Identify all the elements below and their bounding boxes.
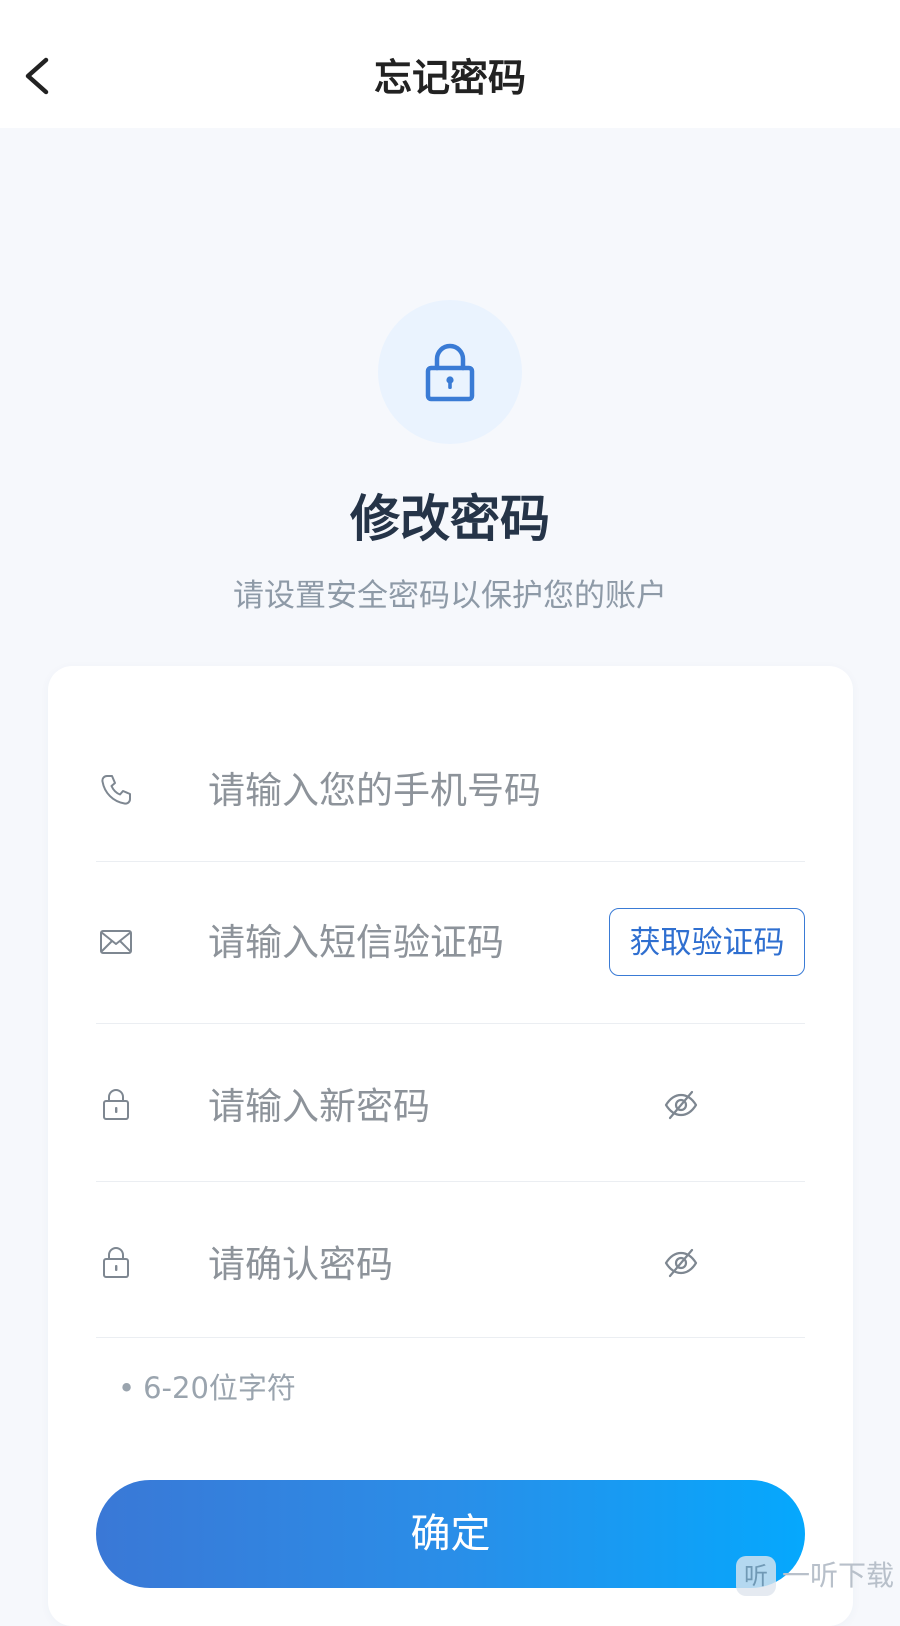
password-rule-hint: • 6-20位字符: [118, 1368, 296, 1408]
phone-field-row: [96, 714, 805, 862]
eye-slash-icon[interactable]: [662, 1086, 700, 1124]
phone-icon: [101, 775, 131, 805]
divider: [96, 1337, 805, 1338]
confirm-password-input[interactable]: [208, 1236, 628, 1292]
watermark-text: 一听下载: [782, 1559, 895, 1592]
lock-icon: [425, 343, 475, 402]
form-subtitle: 请设置安全密码以保护您的账户: [233, 578, 667, 614]
watermark: 听 一听下载: [732, 1550, 900, 1600]
get-code-button[interactable]: 获取验证码: [609, 908, 805, 976]
lock-badge: [378, 300, 522, 444]
password-rule-text: 6-20位字符: [143, 1371, 296, 1405]
phone-input[interactable]: [208, 762, 628, 818]
bullet-dot: •: [118, 1371, 136, 1405]
watermark-logo: 听: [736, 1556, 776, 1596]
lock-icon: [103, 1247, 129, 1278]
envelope-icon: [100, 930, 132, 954]
page-title: 忘记密码: [373, 56, 526, 100]
confirm-button[interactable]: 确定: [96, 1480, 805, 1588]
eye-slash-icon[interactable]: [662, 1244, 700, 1282]
sms-code-field-row: 获取验证码: [96, 862, 805, 1024]
sms-code-input[interactable]: [208, 914, 608, 970]
lock-icon: [103, 1089, 129, 1120]
top-nav-bar: 忘记密码: [0, 0, 900, 128]
form-title: 修改密码: [350, 490, 550, 548]
new-password-field-row: [96, 1024, 805, 1182]
confirm-password-field-row: [96, 1182, 805, 1338]
new-password-input[interactable]: [208, 1078, 628, 1134]
reset-password-card: 获取验证码 •6-20位字符: [48, 666, 853, 1626]
